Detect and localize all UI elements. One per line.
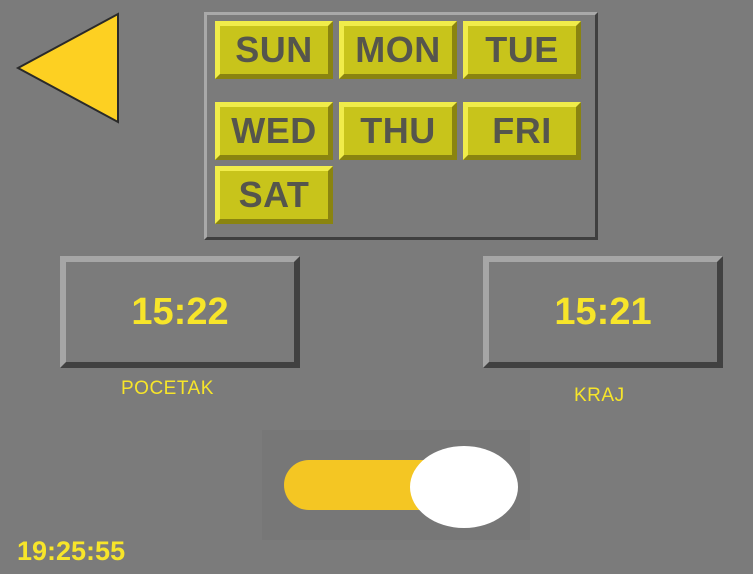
day-button-sat[interactable]: SAT: [215, 166, 333, 224]
start-time-button[interactable]: 15:22: [60, 256, 300, 368]
day-button-sun[interactable]: SUN: [215, 21, 333, 79]
day-button-mon[interactable]: MON: [339, 21, 457, 79]
day-selector-panel: SUN MON TUE WED THU FRI SAT: [204, 12, 598, 240]
end-time-value: 15:21: [554, 290, 652, 333]
start-time-label: POCETAK: [121, 378, 214, 399]
end-time-label: KRAJ: [574, 385, 625, 406]
day-button-tue[interactable]: TUE: [463, 21, 581, 79]
start-time-value: 15:22: [131, 290, 229, 333]
day-button-wed[interactable]: WED: [215, 102, 333, 160]
toggle-knob: [410, 446, 518, 528]
back-arrow-icon: [15, 12, 119, 124]
end-time-button[interactable]: 15:21: [483, 256, 723, 368]
current-time-clock: 19:25:55: [17, 536, 126, 566]
enable-toggle-switch[interactable]: [284, 446, 518, 528]
back-button[interactable]: [14, 12, 124, 124]
day-button-fri[interactable]: FRI: [463, 102, 581, 160]
day-button-thu[interactable]: THU: [339, 102, 457, 160]
